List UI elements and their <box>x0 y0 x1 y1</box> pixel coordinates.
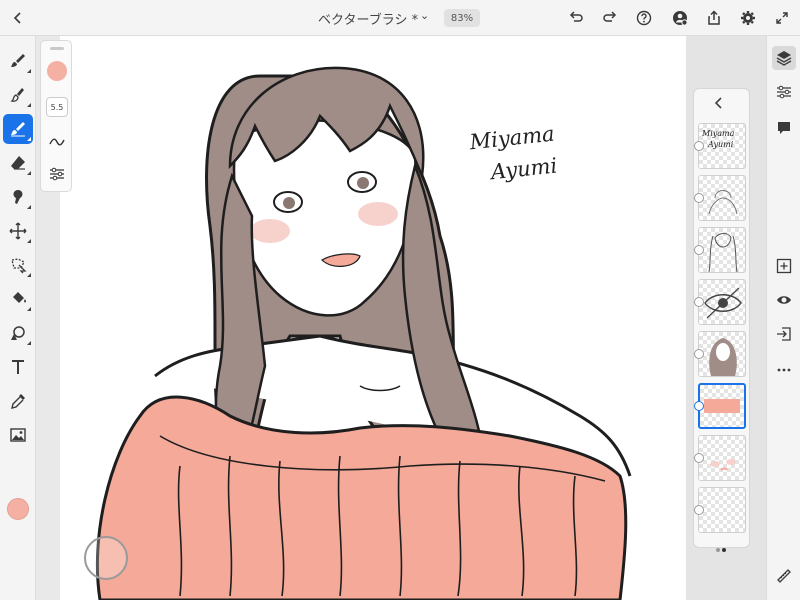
smudge-icon[interactable] <box>3 182 33 212</box>
adjustments-icon[interactable] <box>772 80 796 104</box>
brush-size-value[interactable]: 5.5 <box>46 97 68 117</box>
selection-lasso-icon[interactable] <box>3 250 33 280</box>
layer-visibility-dot[interactable] <box>694 141 704 151</box>
comment-icon[interactable] <box>772 116 796 140</box>
fill-bucket-icon[interactable] <box>3 284 33 314</box>
layers-icon[interactable] <box>772 46 796 70</box>
layer-thumbnail[interactable]: Miyama Ayumi <box>698 123 746 169</box>
thumb-text-line-2: Ayumi <box>708 140 734 149</box>
eraser-icon[interactable] <box>3 148 33 178</box>
color-swatch[interactable] <box>7 498 29 520</box>
brush-settings-icon[interactable] <box>46 163 68 185</box>
collapse-chevron-left-icon[interactable] <box>714 97 724 113</box>
zoom-level[interactable]: 83% <box>444 9 480 27</box>
layer-thumb-signature: Miyama Ayumi <box>702 128 734 150</box>
panel-drag-handle[interactable] <box>50 47 64 50</box>
stroke-smoothing-icon[interactable] <box>46 131 68 153</box>
thumb-text-line-1: Miyama <box>702 129 735 138</box>
iris-right <box>357 177 369 189</box>
ruler-icon[interactable] <box>772 564 796 588</box>
undo-icon[interactable] <box>564 6 588 30</box>
layer-thumbnail[interactable] <box>698 175 746 221</box>
layer-thumbnail[interactable] <box>698 279 746 325</box>
layer-visibility-dot[interactable] <box>694 401 704 411</box>
layer-thumbnail[interactable] <box>698 227 746 273</box>
layer-thumbnail[interactable] <box>698 487 746 533</box>
back-chevron-left-icon[interactable] <box>6 6 30 30</box>
fullscreen-icon[interactable] <box>770 6 794 30</box>
layer-visibility-dot[interactable] <box>694 349 704 359</box>
page-dot <box>716 548 720 552</box>
illustration-artwork <box>95 66 632 600</box>
redo-icon[interactable] <box>598 6 622 30</box>
image-icon[interactable] <box>3 420 33 450</box>
layer-visibility-dot[interactable] <box>694 453 704 463</box>
live-brush-icon[interactable] <box>3 80 33 110</box>
blush-right <box>358 202 398 226</box>
left-toolbar <box>0 36 36 600</box>
pixel-brush-icon[interactable] <box>3 46 33 76</box>
page-dot-active <box>722 548 726 552</box>
account-icon[interactable] <box>668 6 692 30</box>
layer-thumbnail[interactable] <box>698 435 746 481</box>
shape-icon[interactable] <box>3 318 33 348</box>
visibility-eye-icon[interactable] <box>772 288 796 312</box>
page-indicator <box>716 537 730 552</box>
layer-visibility-dot[interactable] <box>694 297 704 307</box>
layer-visibility-dot[interactable] <box>694 505 704 515</box>
layer-visibility-dot[interactable] <box>694 245 704 255</box>
layer-thumbnail-selected[interactable] <box>698 383 746 429</box>
text-icon[interactable] <box>3 352 33 382</box>
add-layer-icon[interactable] <box>772 254 796 278</box>
touch-shortcut-button[interactable] <box>84 536 128 580</box>
brush-color-swatch[interactable] <box>47 61 67 81</box>
help-icon[interactable] <box>632 6 656 30</box>
layers-panel: Miyama Ayumi <box>693 88 750 552</box>
settings-gear-icon[interactable] <box>736 6 760 30</box>
share-icon[interactable] <box>702 6 726 30</box>
app-window: ベクターブラシ * ⌄ 83% Miyama Ayumi 5.5 Miyama … <box>0 0 800 600</box>
right-toolbar <box>766 36 800 600</box>
import-icon[interactable] <box>772 322 796 346</box>
transform-icon[interactable] <box>3 216 33 246</box>
more-options-icon[interactable] <box>772 358 796 382</box>
top-bar: ベクターブラシ * ⌄ 83% <box>0 0 800 36</box>
layer-visibility-dot[interactable] <box>694 193 704 203</box>
brush-options-panel: 5.5 <box>40 40 72 192</box>
artist-signature: Miyama Ayumi <box>468 114 596 206</box>
drawing-canvas[interactable]: Miyama Ayumi <box>60 36 686 600</box>
blush-left <box>250 219 290 243</box>
eyedropper-icon[interactable] <box>3 386 33 416</box>
vector-brush-icon[interactable] <box>3 114 33 144</box>
layer-thumbnail[interactable] <box>698 331 746 377</box>
document-title[interactable]: ベクターブラシ * <box>318 9 418 28</box>
chevron-down-icon[interactable]: ⌄ <box>420 9 429 22</box>
iris-left <box>283 197 295 209</box>
